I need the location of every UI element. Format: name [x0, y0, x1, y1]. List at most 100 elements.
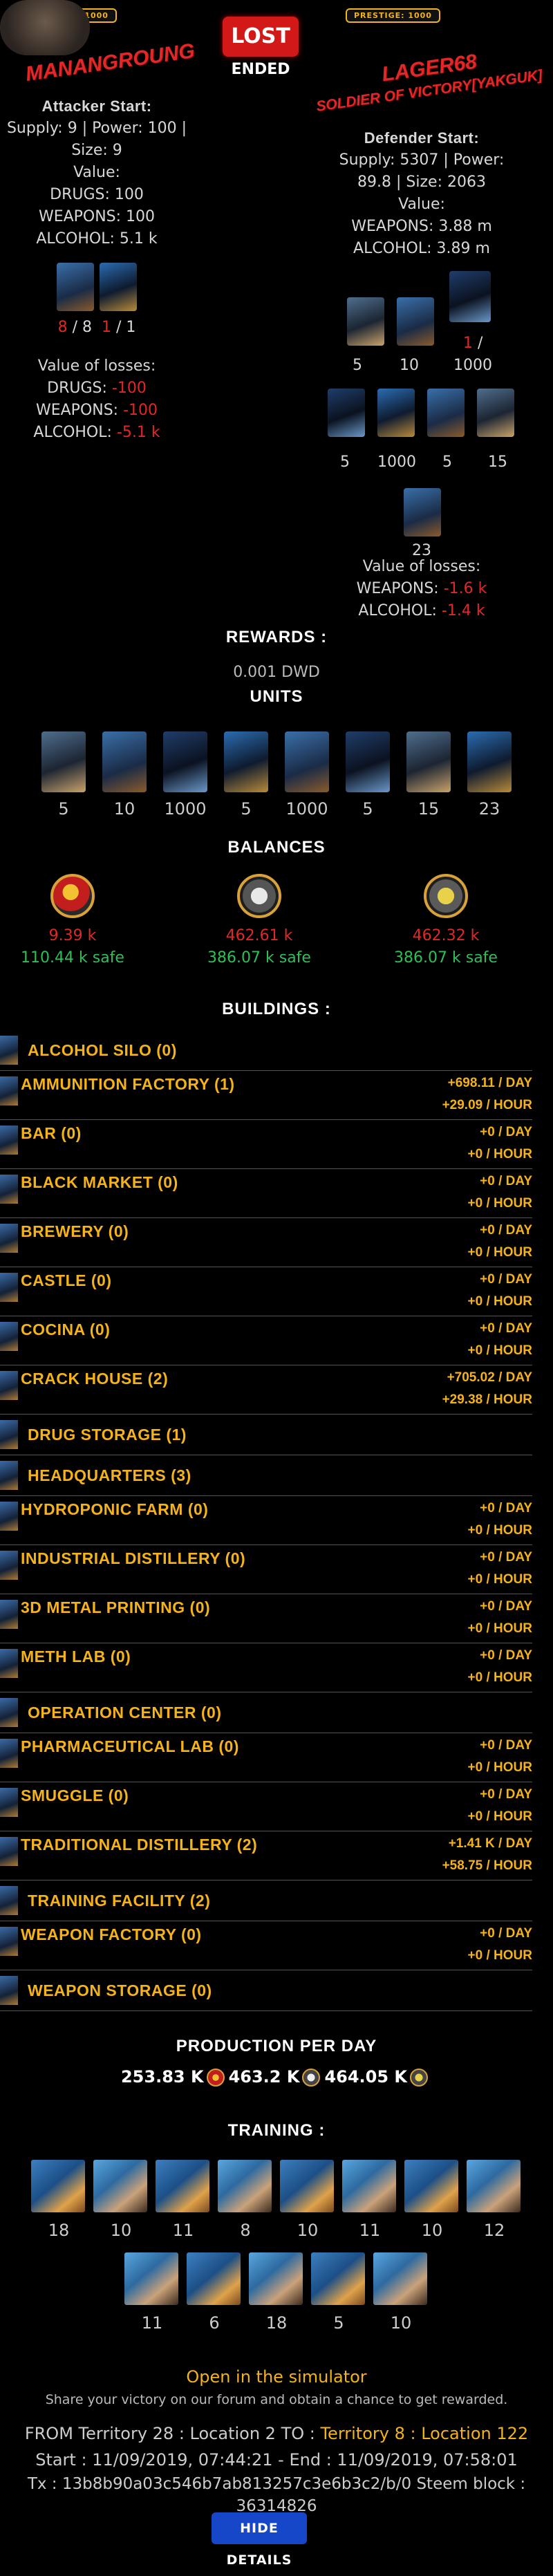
- building-row[interactable]: OPERATION CENTER (0): [0, 1692, 532, 1733]
- reward-unit[interactable]: 15: [401, 731, 456, 819]
- training-unit[interactable]: 18: [249, 2252, 304, 2333]
- defender-avatar[interactable]: [0, 0, 90, 55]
- building-row[interactable]: BLACK MARKET (0) +0 / DAY +0 / HOUR: [0, 1169, 532, 1218]
- reward-unit[interactable]: 5: [218, 731, 274, 819]
- attacker-unit-icon[interactable]: [57, 263, 94, 311]
- production-per-day: +0 / DAY: [480, 1738, 532, 1753]
- training-unit[interactable]: 11: [124, 2252, 180, 2333]
- attacker-alcohol: ALCOHOL: 5.1 k: [36, 230, 158, 248]
- defender-unit-icon[interactable]: [347, 297, 384, 346]
- building-name: AMMUNITION FACTORY (1): [21, 1075, 235, 1093]
- building-name: BLACK MARKET (0): [21, 1173, 178, 1191]
- reward-unit[interactable]: 1000: [158, 731, 213, 819]
- building-icon: [0, 1551, 18, 1580]
- defender-unit-icon[interactable]: [404, 488, 441, 536]
- building-row[interactable]: DRUG STORAGE (1): [0, 1415, 532, 1455]
- defender-size-line: 89.8 | Size: 2063: [357, 174, 486, 191]
- defender-unit-icon[interactable]: [427, 389, 465, 437]
- hide-details-button[interactable]: HIDE DETAILS: [212, 2512, 307, 2568]
- building-row[interactable]: BREWERY (0) +0 / DAY +0 / HOUR: [0, 1218, 532, 1267]
- open-simulator-link[interactable]: Open in the simulator: [0, 2367, 553, 2387]
- training-unit[interactable]: 18: [31, 2160, 86, 2240]
- building-row[interactable]: 3D METAL PRINTING (0) +0 / DAY +0 / HOUR: [0, 1594, 532, 1643]
- building-icon: [0, 1600, 18, 1629]
- defender-alcohol: ALCOHOL: 3.89 m: [353, 240, 490, 257]
- building-row[interactable]: TRADITIONAL DISTILLERY (2) +1.41 K / DAY +…: [0, 1831, 532, 1880]
- rewards-title: REWARDS :: [225, 628, 328, 646]
- building-row[interactable]: HEADQUARTERS (3): [0, 1455, 532, 1496]
- production-per-hour: +0 / HOUR: [467, 1523, 532, 1538]
- production-per-hour: +0 / HOUR: [467, 1572, 532, 1587]
- production-per-hour: +0 / HOUR: [467, 1621, 532, 1636]
- building-row[interactable]: WEAPON STORAGE (0): [0, 1970, 532, 2011]
- building-row[interactable]: COCINA (0) +0 / DAY +0 / HOUR: [0, 1316, 532, 1365]
- training-unit[interactable]: 11: [156, 2160, 211, 2240]
- training-unit[interactable]: 8: [218, 2160, 273, 2240]
- balances-title: BALANCES: [227, 838, 326, 857]
- building-name: COCINA (0): [21, 1320, 111, 1338]
- defender-prestige-badge: PRESTIGE: 1000: [346, 8, 440, 23]
- reward-unit[interactable]: 5: [36, 731, 91, 819]
- building-icon: [0, 1927, 18, 1956]
- building-name: CRACK HOUSE (2): [21, 1370, 169, 1388]
- building-row[interactable]: PHARMACEUTICAL LAB (0) +0 / DAY +0 / HOUR: [0, 1733, 532, 1782]
- battle-ended-label: ENDED: [231, 61, 290, 78]
- building-name: BAR (0): [21, 1124, 82, 1142]
- battle-summary: PRESTIGE: 1000 MANANGROUNG PRESTIGE: 100…: [0, 0, 553, 622]
- reward-unit[interactable]: 23: [462, 731, 517, 819]
- defender-unit-total: 1000: [453, 357, 492, 374]
- reward-unit[interactable]: 5: [340, 731, 395, 819]
- defender-unit-icon[interactable]: [477, 389, 514, 437]
- attacker-unit-icon[interactable]: [100, 263, 137, 311]
- building-name: HYDROPONIC FARM (0): [21, 1500, 209, 1518]
- defender-unit-icon[interactable]: [328, 389, 365, 437]
- defender-unit-icon[interactable]: [397, 297, 434, 346]
- training-unit[interactable]: 5: [311, 2252, 366, 2333]
- building-production: +0 / DAY +0 / HOUR: [468, 1784, 532, 1828]
- building-row[interactable]: BAR (0) +0 / DAY +0 / HOUR: [0, 1120, 532, 1169]
- training-unit[interactable]: 10: [404, 2160, 460, 2240]
- defender-unit-icon[interactable]: [449, 271, 491, 322]
- production-drugs: 253.83 K: [120, 2067, 204, 2087]
- building-row[interactable]: METH LAB (0) +0 / DAY +0 / HOUR: [0, 1643, 532, 1692]
- building-production: +0 / DAY +0 / HOUR: [468, 1735, 532, 1779]
- balance-weapons: 462.61 k 386.07 k safe: [169, 874, 349, 969]
- defender-unit-icon[interactable]: [377, 389, 415, 437]
- training-unit[interactable]: 10: [93, 2160, 149, 2240]
- training-unit[interactable]: 12: [467, 2160, 522, 2240]
- building-row[interactable]: HYDROPONIC FARM (0) +0 / DAY +0 / HOUR: [0, 1496, 532, 1545]
- drugs-coin-icon: [206, 2069, 225, 2087]
- defender-unit-count: 10: [400, 357, 419, 374]
- building-row[interactable]: INDUSTRIAL DISTILLERY (0) +0 / DAY +0 / HO…: [0, 1545, 532, 1594]
- defender-loss-weapons: WEAPONS: -1.6 k: [356, 580, 487, 597]
- defender-unit-count: 15: [488, 454, 507, 471]
- reward-unit[interactable]: 1000: [279, 731, 335, 819]
- building-row[interactable]: TRAINING FACILITY (2): [0, 1880, 532, 1921]
- building-row[interactable]: CASTLE (0) +0 / DAY +0 / HOUR: [0, 1267, 532, 1316]
- production-per-day: +0 / DAY: [480, 1599, 532, 1614]
- alcohol-coin-icon: [410, 2069, 429, 2087]
- training-unit[interactable]: 10: [373, 2252, 429, 2333]
- building-icon: [0, 1420, 18, 1449]
- production-per-hour: +0 / HOUR: [467, 1245, 532, 1260]
- reward-unit[interactable]: 10: [97, 731, 152, 819]
- attacker-start-title: Attacker Start:: [41, 97, 152, 115]
- training-unit[interactable]: 10: [280, 2160, 335, 2240]
- building-production: +0 / DAY +0 / HOUR: [468, 1645, 532, 1689]
- building-row[interactable]: SMUGGLE (0) +0 / DAY +0 / HOUR: [0, 1782, 532, 1831]
- building-icon: [0, 1126, 18, 1155]
- building-row[interactable]: AMMUNITION FACTORY (1) +698.11 / DAY +29.0…: [0, 1071, 532, 1120]
- training-title: TRAINING :: [227, 2121, 326, 2140]
- defender-unit-count: 5: [353, 357, 362, 374]
- production-per-day: +0 / DAY: [480, 1648, 532, 1663]
- building-row[interactable]: WEAPON FACTORY (0) +0 / DAY +0 / HOUR: [0, 1921, 532, 1970]
- building-row[interactable]: ALCOHOL SILO (0): [0, 1030, 532, 1071]
- training-unit[interactable]: 11: [342, 2160, 397, 2240]
- building-icon: [0, 1273, 18, 1302]
- attacker-size-line: Size: 9: [71, 142, 122, 159]
- building-name: BREWERY (0): [21, 1222, 129, 1240]
- destination-link[interactable]: Territory 8 : Location 122: [320, 2424, 528, 2443]
- training-unit[interactable]: 6: [187, 2252, 242, 2333]
- building-row[interactable]: CRACK HOUSE (2) +705.02 / DAY +29.38 / HOU…: [0, 1365, 532, 1415]
- balance-value: 462.32 k: [412, 927, 480, 944]
